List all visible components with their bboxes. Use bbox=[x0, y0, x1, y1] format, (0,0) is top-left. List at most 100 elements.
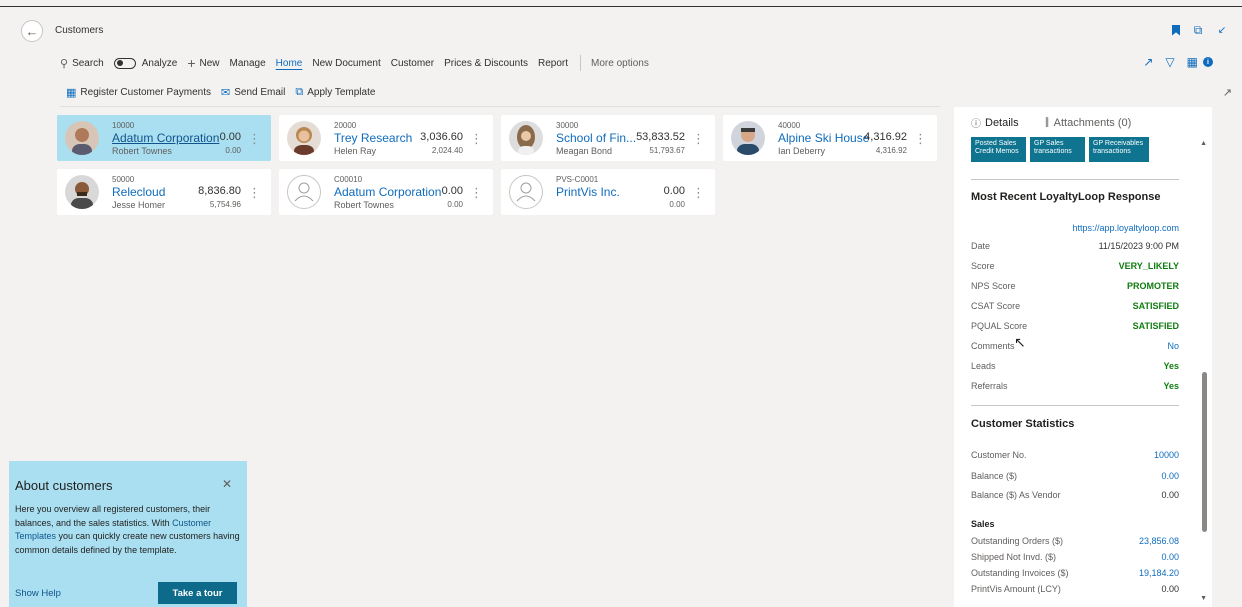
balance: 0.00 bbox=[663, 185, 685, 197]
customer-no: C00010 bbox=[334, 175, 363, 184]
sales-subtitle: Sales bbox=[971, 519, 995, 529]
customer-name[interactable]: Trey Research bbox=[334, 131, 412, 145]
scrollbar[interactable] bbox=[1202, 372, 1207, 532]
customer-name[interactable]: PrintVis Inc. bbox=[556, 185, 620, 199]
gp-receivables-transactions-tile[interactable]: GP Receivables transactions bbox=[1089, 137, 1149, 162]
field-balance-as-vendor: Balance ($) As Vendor 0.00 bbox=[971, 490, 1179, 500]
arrow-left-icon: ← bbox=[25, 23, 39, 39]
more-vertical-icon[interactable]: ⋮ bbox=[692, 131, 705, 147]
about-title: About customers bbox=[15, 478, 113, 493]
customer-name[interactable]: Alpine Ski House bbox=[778, 131, 869, 145]
customer-card[interactable]: PVS-C0001 PrintVis Inc. 0.00 0.00 ⋮ bbox=[501, 169, 715, 215]
payment-icon: ▦ bbox=[66, 86, 77, 99]
balance-due: 0.00 bbox=[447, 200, 463, 209]
close-icon[interactable]: ✕ bbox=[222, 477, 232, 491]
tab-details[interactable]: ⓘ Details bbox=[971, 115, 1019, 131]
balance: 0.00 bbox=[219, 131, 241, 143]
collapse-icon[interactable]: ↙ bbox=[1216, 23, 1228, 37]
customer-card[interactable]: 50000 Relecloud Jesse Homer 8,836.80 5,7… bbox=[57, 169, 271, 215]
share-icon[interactable]: ↗ bbox=[1143, 55, 1153, 69]
prices-discounts-button[interactable]: Prices & Discounts bbox=[444, 58, 528, 69]
loyaltyloop-link[interactable]: https://app.loyaltyloop.com bbox=[1072, 223, 1179, 233]
open-new-window-icon[interactable]: ⧉ bbox=[1192, 23, 1204, 37]
right-tools: ↗ ▽ ▦ i bbox=[1143, 55, 1213, 69]
manage-button[interactable]: Manage bbox=[230, 58, 266, 69]
more-vertical-icon[interactable]: ⋮ bbox=[914, 131, 927, 147]
register-payments-button[interactable]: ▦ Register Customer Payments bbox=[66, 86, 211, 99]
customer-photo-icon bbox=[65, 121, 99, 155]
tab-attachments[interactable]: ∥ Attachments (0) bbox=[1045, 115, 1132, 130]
section-divider bbox=[971, 405, 1179, 406]
about-text: Here you overview all registered custome… bbox=[15, 504, 240, 555]
back-button[interactable]: ← bbox=[21, 20, 43, 42]
customer-card[interactable]: 10000 Adatum Corporation Robert Townes 0… bbox=[57, 115, 271, 161]
balance-due: 0.00 bbox=[225, 146, 241, 155]
scroll-down-icon[interactable]: ▼ bbox=[1200, 595, 1207, 602]
about-customers-teaching-tip: About customers ✕ Here you overview all … bbox=[9, 461, 247, 607]
action-separator bbox=[580, 55, 582, 71]
filter-icon[interactable]: ▽ bbox=[1165, 55, 1174, 69]
balance: 3,036.60 bbox=[420, 131, 463, 143]
take-a-tour-button[interactable]: Take a tour bbox=[158, 582, 237, 604]
customer-photo-icon bbox=[731, 121, 765, 155]
avatar bbox=[65, 121, 99, 155]
search-button[interactable]: ⚲ Search bbox=[60, 57, 104, 70]
contact-name: Ian Deberry bbox=[778, 146, 826, 156]
customer-name[interactable]: Adatum Corporation bbox=[334, 185, 441, 199]
customer-card[interactable]: 40000 Alpine Ski House Ian Deberry 4,316… bbox=[723, 115, 937, 161]
new-document-button[interactable]: New Document bbox=[312, 58, 380, 69]
apply-template-button[interactable]: ⧉ Apply Template bbox=[295, 86, 375, 99]
secondary-action-bar: ▦ Register Customer Payments ✉ Send Emai… bbox=[66, 84, 385, 100]
more-vertical-icon[interactable]: ⋮ bbox=[470, 131, 483, 147]
avatar bbox=[287, 121, 321, 155]
customer-card[interactable]: 30000 School of Fin... Meagan Bond 53,83… bbox=[501, 115, 715, 161]
tab-home[interactable]: Home bbox=[276, 58, 303, 69]
analyze-toggle[interactable]: Analyze bbox=[113, 57, 177, 69]
customer-no: 30000 bbox=[556, 121, 579, 130]
customer-name[interactable]: Adatum Corporation bbox=[112, 131, 219, 145]
customer-name[interactable]: School of Fin... bbox=[556, 131, 636, 145]
report-button[interactable]: Report bbox=[538, 58, 568, 69]
gp-sales-transactions-tile[interactable]: GP Sales transactions bbox=[1030, 137, 1085, 162]
field-csat-score: CSAT Score SATISFIED bbox=[971, 301, 1179, 311]
more-options-button[interactable]: More options bbox=[591, 58, 649, 69]
field-leads: Leads Yes bbox=[971, 361, 1179, 371]
factbox-tabs: ⓘ Details ∥ Attachments (0) bbox=[971, 115, 1132, 131]
new-button[interactable]: + New bbox=[187, 55, 219, 71]
page-title: Customers bbox=[55, 25, 104, 36]
info-circle-icon: ⓘ bbox=[971, 119, 981, 130]
customer-name[interactable]: Relecloud bbox=[112, 185, 165, 199]
field-balance: Balance ($) 0.00 bbox=[971, 471, 1179, 481]
more-vertical-icon[interactable]: ⋮ bbox=[470, 185, 483, 201]
more-vertical-icon[interactable]: ⋮ bbox=[692, 185, 705, 201]
action-bar: ⚲ Search Analyze + New Manage Home New D… bbox=[60, 53, 659, 73]
customer-card[interactable]: C00010 Adatum Corporation Robert Townes … bbox=[279, 169, 493, 215]
factbox-panel: ⓘ Details ∥ Attachments (0) Posted Sales… bbox=[954, 107, 1212, 607]
posted-sales-credit-memos-tile[interactable]: Posted Sales Credit Memos bbox=[971, 137, 1026, 162]
contact-name: Helen Ray bbox=[334, 146, 377, 156]
balance-due: 0.00 bbox=[669, 200, 685, 209]
balance: 53,833.52 bbox=[636, 131, 685, 143]
field-shipped-not-invoiced: Shipped Not Invd. ($) 0.00 bbox=[971, 552, 1179, 562]
pin-icon[interactable]: ↗ bbox=[1223, 86, 1232, 99]
bookmark-icon[interactable] bbox=[1172, 24, 1180, 36]
show-help-link[interactable]: Show Help bbox=[15, 588, 61, 599]
send-email-button[interactable]: ✉ Send Email bbox=[221, 86, 285, 99]
title-bar: ← Customers ⧉ ↙ bbox=[0, 12, 1242, 48]
more-vertical-icon[interactable]: ⋮ bbox=[248, 131, 261, 147]
balance-due: 4,316.92 bbox=[875, 146, 907, 155]
view-layout-icon[interactable]: ▦ bbox=[1187, 55, 1198, 69]
info-icon[interactable]: i bbox=[1203, 57, 1213, 67]
customer-card[interactable]: 20000 Trey Research Helen Ray 3,036.60 2… bbox=[279, 115, 493, 161]
avatar bbox=[509, 121, 543, 155]
mouse-cursor-icon: ↖ bbox=[1014, 334, 1026, 350]
customer-button[interactable]: Customer bbox=[391, 58, 434, 69]
scroll-up-icon[interactable]: ▲ bbox=[1200, 140, 1207, 147]
balance: 4,316.92 bbox=[864, 131, 907, 143]
more-vertical-icon[interactable]: ⋮ bbox=[248, 185, 261, 201]
loyalty-section-title: Most Recent LoyaltyLoop Response bbox=[971, 191, 1161, 203]
field-referrals: Referrals Yes bbox=[971, 381, 1179, 391]
plus-icon: + bbox=[187, 55, 196, 71]
field-outstanding-orders: Outstanding Orders ($) 23,856.08 bbox=[971, 536, 1179, 546]
customer-photo-icon bbox=[287, 121, 321, 155]
